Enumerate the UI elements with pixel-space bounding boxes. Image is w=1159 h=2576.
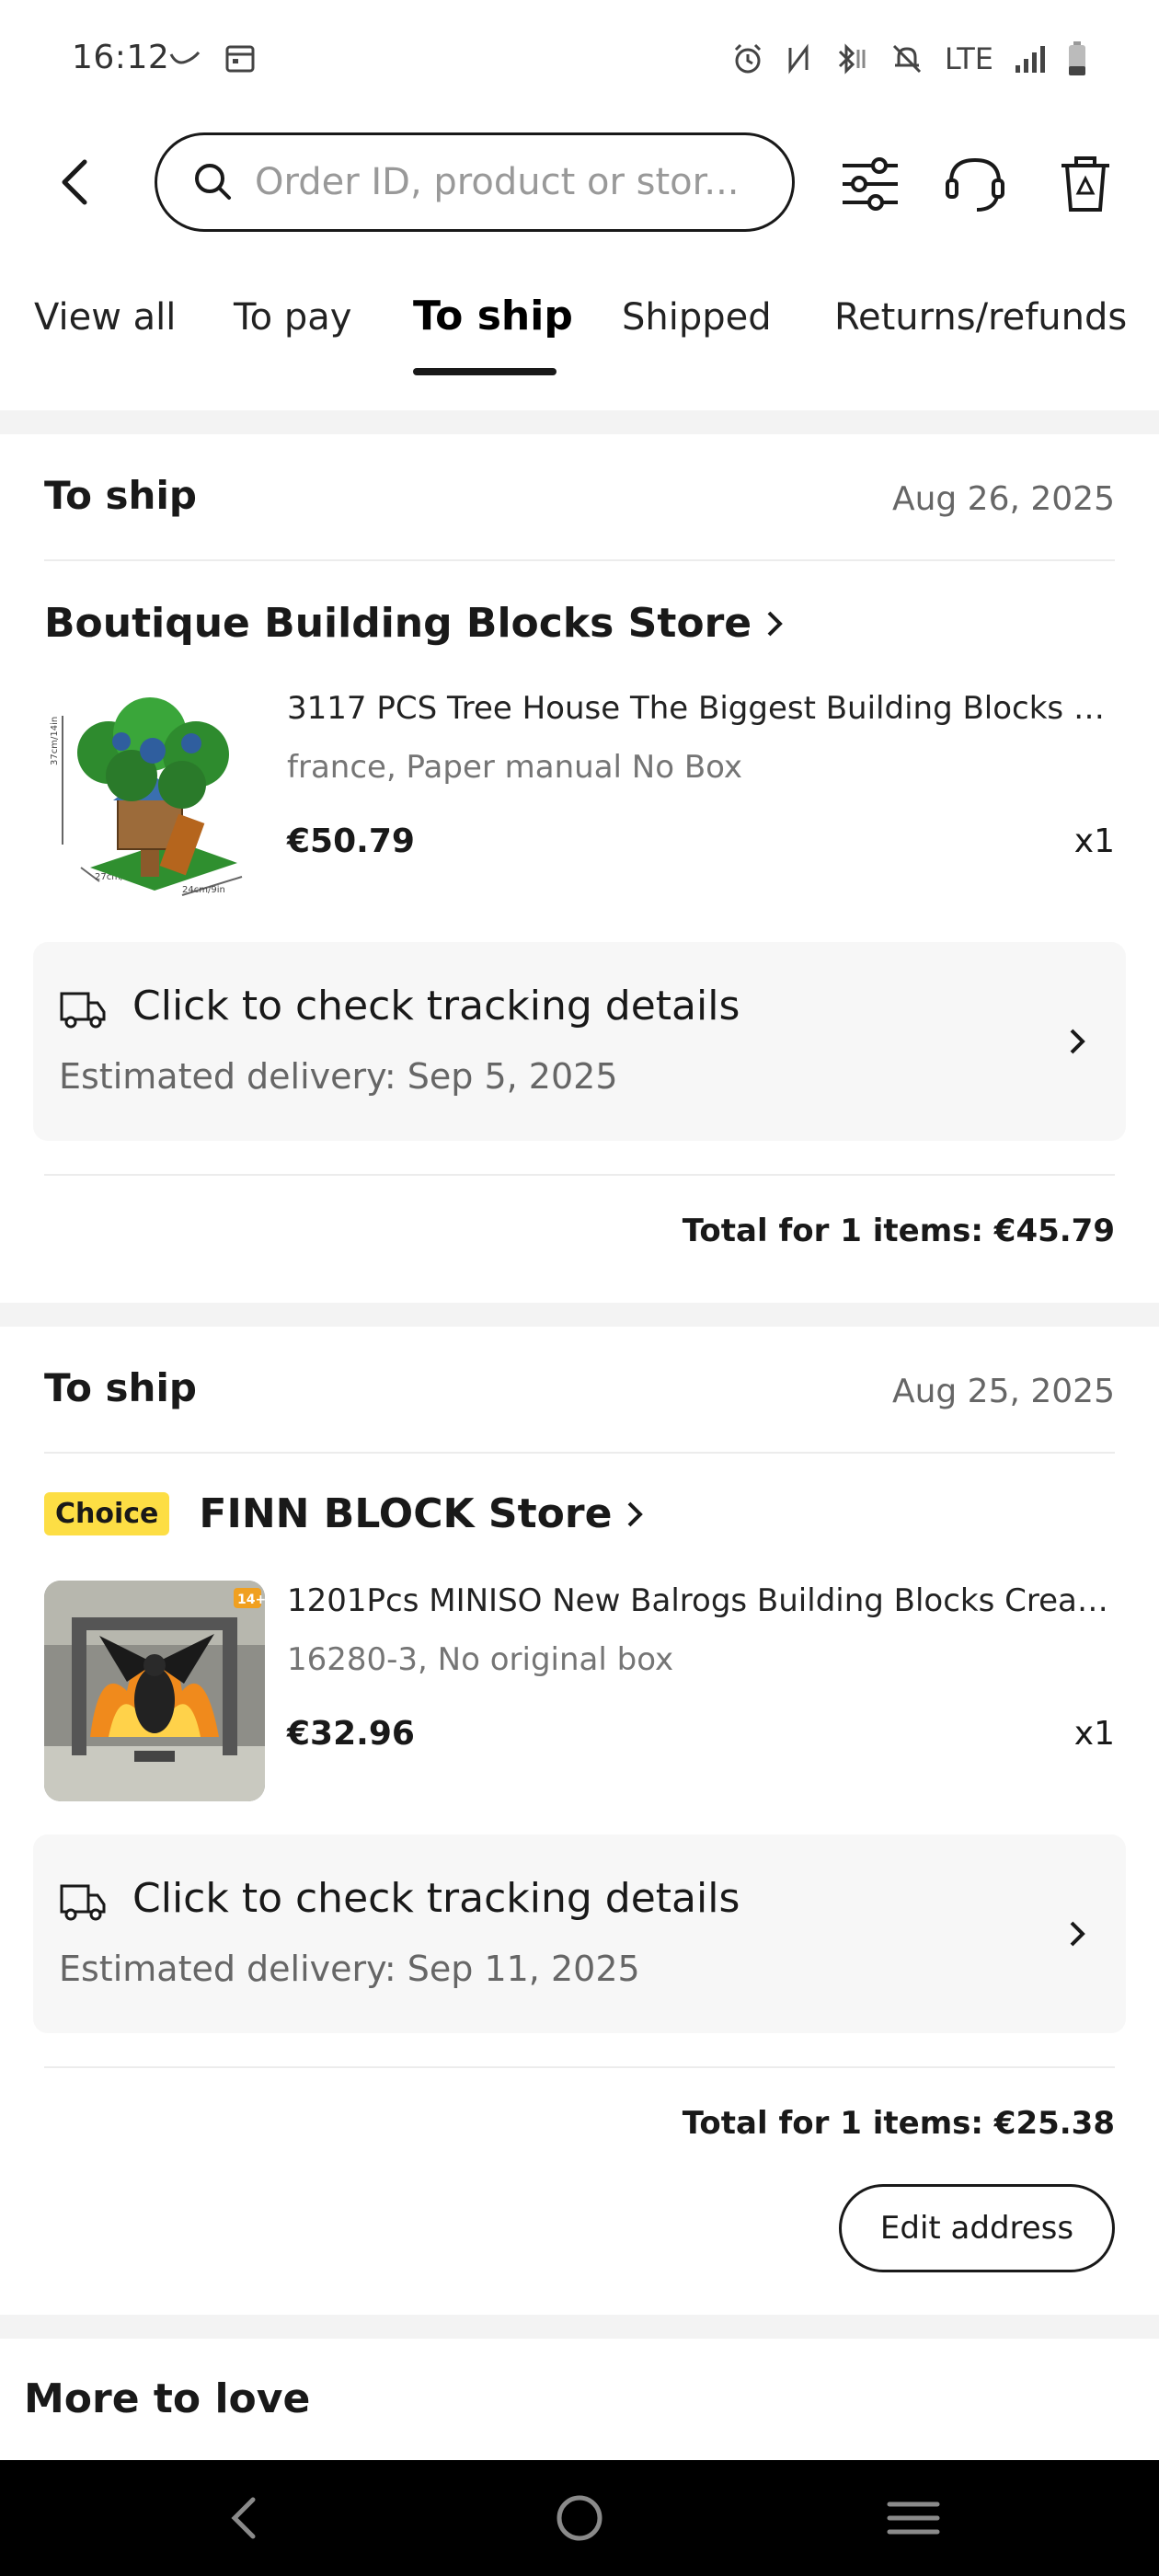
product-title[interactable]: 1201Pcs MINISO New Balrogs Building Bloc… — [287, 1582, 1115, 1619]
store-name: Boutique Building Blocks Store — [44, 600, 752, 647]
more-to-love-heading: More to love — [24, 2375, 311, 2422]
search-input[interactable] — [255, 161, 770, 203]
nav-recents-button[interactable] — [821, 2460, 1005, 2576]
order-total: Total for 1 items: €25.38 — [682, 2105, 1115, 2142]
nav-back-button[interactable] — [152, 2460, 336, 2576]
tracking-title: Click to check tracking details — [132, 983, 740, 1029]
product-variant: 16280-3, No original box — [287, 1641, 674, 1678]
search-icon — [195, 164, 231, 200]
section-gap — [0, 1303, 1159, 1327]
status-bar: 16:12 LTE — [0, 0, 1159, 121]
tracking-title: Click to check tracking details — [132, 1875, 740, 1922]
mute-icon — [892, 44, 921, 74]
customer-support-icon[interactable] — [944, 153, 1006, 215]
tab-shipped[interactable]: Shipped — [622, 296, 772, 339]
active-tab-indicator — [413, 368, 557, 375]
image-depth-label: 24cm/9in — [182, 885, 225, 895]
chevron-right-icon — [1070, 1921, 1085, 1947]
section-gap — [0, 410, 1159, 434]
chevron-right-icon — [767, 611, 783, 636]
product-quantity: x1 — [1073, 822, 1115, 860]
chevron-right-icon — [1070, 1029, 1085, 1054]
age-rating-label: 14+ — [237, 1593, 265, 1607]
divider — [44, 559, 1115, 561]
tracking-details-button[interactable]: Click to check tracking details Estimate… — [33, 942, 1126, 1141]
estimated-delivery: Estimated delivery: Sep 5, 2025 — [59, 1056, 618, 1097]
filter-icon[interactable] — [839, 153, 901, 215]
order-card: To ship Aug 26, 2025 Boutique Building B… — [0, 434, 1159, 1303]
product-title[interactable]: 3117 PCS Tree House The Biggest Building… — [287, 690, 1115, 727]
tab-view-all[interactable]: View all — [34, 296, 176, 339]
divider — [44, 2066, 1115, 2068]
order-tabs: View all To pay To ship Shipped Returns/… — [0, 287, 1159, 379]
alarm-icon — [734, 43, 761, 74]
choice-badge: Choice — [44, 1492, 170, 1535]
order-card: To ship Aug 25, 2025 Choice FINN BLOCK S… — [0, 1327, 1159, 2315]
back-button[interactable] — [53, 155, 99, 210]
search-bar[interactable] — [155, 132, 795, 232]
section-gap — [0, 2315, 1159, 2339]
chevron-right-icon — [628, 1501, 644, 1526]
product-quantity: x1 — [1073, 1715, 1115, 1753]
store-link[interactable]: Choice FINN BLOCK Store — [44, 1490, 645, 1537]
bluetooth-icon — [838, 43, 866, 75]
product-variant: france, Paper manual No Box — [287, 749, 743, 786]
battery-icon — [1069, 41, 1085, 75]
tab-returns-refunds[interactable]: Returns/refunds — [834, 296, 1127, 339]
nav-home-icon — [557, 2495, 602, 2541]
image-height-label: 37cm/14in — [50, 717, 60, 765]
nav-home-button[interactable] — [488, 2460, 671, 2576]
store-link[interactable]: Boutique Building Blocks Store — [44, 600, 785, 647]
tab-to-pay[interactable]: To pay — [234, 296, 351, 339]
tab-to-ship[interactable]: To ship — [413, 293, 573, 339]
product-price: €32.96 — [287, 1715, 415, 1753]
network-type: LTE — [944, 41, 993, 76]
nav-back-icon — [231, 2497, 256, 2539]
nav-menu-icon — [887, 2501, 940, 2535]
delete-icon[interactable] — [1054, 153, 1117, 215]
divider — [44, 1174, 1115, 1176]
status-time: 16:12 — [72, 39, 170, 76]
signal-icon — [1016, 46, 1045, 73]
tracking-details-button[interactable]: Click to check tracking details Estimate… — [33, 1834, 1126, 2033]
nfc-icon — [788, 43, 809, 75]
estimated-delivery: Estimated delivery: Sep 11, 2025 — [59, 1949, 640, 1989]
order-date: Aug 26, 2025 — [891, 480, 1115, 518]
truck-icon — [60, 992, 106, 1029]
truck-icon — [60, 1884, 106, 1921]
order-date: Aug 25, 2025 — [891, 1373, 1115, 1410]
order-total: Total for 1 items: €45.79 — [682, 1213, 1115, 1249]
product-image-balrog[interactable]: 14+ — [44, 1581, 265, 1801]
calendar-icon — [225, 45, 255, 73]
divider — [44, 1452, 1115, 1454]
edit-address-button[interactable]: Edit address — [839, 2184, 1115, 2272]
product-price: €50.79 — [287, 822, 415, 860]
store-name: FINN BLOCK Store — [199, 1490, 613, 1537]
order-status: To ship — [44, 1365, 197, 1410]
system-navigation-bar — [0, 2460, 1159, 2576]
product-image-tree-house[interactable]: 37cm/14in 27cm/11in 24cm/9in — [44, 688, 265, 909]
order-status: To ship — [44, 473, 197, 518]
weather-icon — [169, 52, 201, 64]
